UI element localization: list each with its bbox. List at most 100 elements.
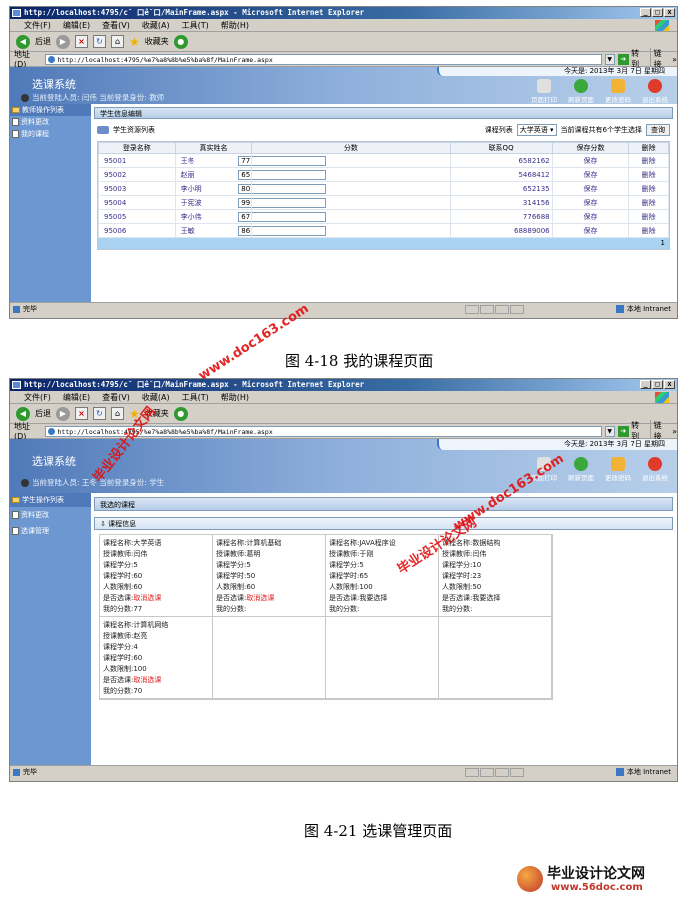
change-password-button[interactable]: 更改密码 (600, 457, 636, 482)
close-button[interactable]: x (664, 8, 675, 17)
cell-qq: 314156 (449, 195, 553, 210)
score-input[interactable]: 99 (238, 197, 327, 208)
cell-qq: 776688 (449, 209, 553, 224)
save-score-link[interactable]: 保存 (551, 153, 630, 168)
exit-system-button[interactable]: 退出系统 (637, 457, 673, 482)
menu-favorites[interactable]: 收藏(A) (142, 391, 170, 403)
menu-file[interactable]: 文件(F) (24, 391, 51, 403)
address-bar: 地址(D) http://localhost:4795/%e7%a8%8b%e5… (10, 48, 677, 70)
menu-edit[interactable]: 编辑(E) (63, 19, 90, 31)
back-arrow-icon[interactable]: ◀ (16, 34, 30, 49)
print-page-button[interactable]: 页面打印 (526, 79, 562, 104)
delete-link[interactable]: 删除 (628, 223, 669, 238)
close-button[interactable]: x (664, 380, 675, 389)
back-arrow-icon[interactable]: ◀ (16, 406, 30, 421)
minimize-button[interactable]: _ (640, 380, 651, 389)
pager[interactable]: 1 (98, 238, 669, 249)
delete-link[interactable]: 删除 (628, 209, 669, 224)
home-icon[interactable]: ⌂ (111, 407, 124, 420)
menu-help[interactable]: 帮助(H) (221, 391, 249, 403)
menu-view[interactable]: 查看(V) (102, 391, 130, 403)
links-more-icon[interactable]: » (672, 427, 677, 436)
address-label: 地址(D) (14, 50, 30, 69)
delete-link[interactable]: 删除 (628, 181, 669, 196)
save-score-link[interactable]: 保存 (551, 223, 630, 238)
score-input[interactable]: 80 (238, 183, 327, 194)
minimize-button[interactable]: _ (640, 8, 651, 17)
course-choose: 是否选课:取消选课 (103, 594, 162, 602)
save-score-link[interactable]: 保存 (551, 181, 630, 196)
cancel-selection-link[interactable]: 取消选课 (246, 594, 274, 602)
refresh-page-button[interactable]: 刷新页面 (563, 79, 599, 104)
course-hours: 课程学时:65 (329, 572, 369, 580)
student-table: 登录名称 真实姓名 分数 联系QQ 保存分数 删除 95001 王冬 77 65821… (98, 142, 669, 238)
save-score-link[interactable]: 保存 (551, 167, 630, 182)
menu-help[interactable]: 帮助(H) (221, 19, 249, 31)
media-icon[interactable]: ● (173, 406, 188, 421)
nav-item-profile[interactable]: 资料更改 (10, 116, 91, 128)
nav-item-my-courses[interactable]: 我的课程 (10, 128, 91, 140)
course-limit: 人数限制:100 (329, 583, 373, 591)
score-input[interactable]: 77 (238, 155, 327, 166)
score-input[interactable]: 67 (238, 211, 327, 222)
menu-favorites[interactable]: 收藏(A) (142, 19, 170, 31)
save-score-link[interactable]: 保存 (551, 209, 630, 224)
maximize-button[interactable]: □ (652, 380, 663, 389)
delete-link[interactable]: 删除 (628, 195, 669, 210)
nav-head[interactable]: 教师操作列表 (10, 104, 91, 116)
cell-score: 80 (238, 181, 451, 196)
delete-link[interactable]: 删除 (628, 153, 669, 168)
save-score-link[interactable]: 保存 (551, 195, 630, 210)
query-button[interactable]: 查询 (646, 123, 670, 136)
stop-icon[interactable]: × (75, 35, 88, 48)
address-dropdown[interactable]: ▼ (604, 53, 615, 65)
nav-item-course-manage[interactable]: 选课管理 (10, 523, 91, 539)
status-bar: 完毕 本地 Intranet (10, 765, 677, 778)
menu-file[interactable]: 文件(F) (24, 19, 51, 31)
nav-item-profile[interactable]: 资料更改 (10, 507, 91, 523)
exit-system-button[interactable]: 退出系统 (637, 79, 673, 104)
go-arrow-icon[interactable]: ➜ (617, 53, 630, 65)
maximize-button[interactable]: □ (652, 8, 663, 17)
course-limit: 人数限制:60 (103, 583, 143, 591)
refresh-icon[interactable]: ↻ (93, 35, 106, 48)
back-button[interactable]: 后退 (35, 408, 51, 419)
media-icon[interactable]: ● (173, 34, 188, 49)
course-choose: 是否选课:取消选课 (103, 676, 162, 684)
menu-tools[interactable]: 工具(T) (182, 19, 209, 31)
course-select[interactable]: 大学英语 ▾ (516, 123, 557, 136)
course-name: 课程名称:大学英语 (103, 539, 162, 547)
table-row: 95004 于宪波 99 314156 保存 删除 (98, 195, 669, 210)
refresh-page-button[interactable]: 刷新页面 (563, 457, 599, 482)
course-choose: 是否选课:我要选择 (329, 594, 388, 602)
address-input[interactable]: http://localhost:4795/%e7%a8%8b%e5%ba%8f… (44, 53, 602, 65)
cancel-selection-link[interactable]: 取消选课 (133, 594, 161, 602)
delete-link[interactable]: 删除 (628, 167, 669, 182)
home-icon[interactable]: ⌂ (111, 35, 124, 48)
favorites-star-icon[interactable]: ★ (129, 35, 140, 49)
title-bar: http://localhost:4795/c˘ 口ê˘口/MainFrame.… (10, 7, 677, 19)
score-input[interactable]: 86 (238, 225, 327, 236)
menu-tools[interactable]: 工具(T) (182, 391, 209, 403)
forward-arrow-icon[interactable]: ▶ (56, 406, 70, 421)
select-course-link[interactable]: 我要选择 (472, 594, 500, 602)
nav-head[interactable]: 学生操作列表 (10, 493, 91, 507)
back-button[interactable]: 后退 (35, 36, 51, 47)
stop-icon[interactable]: × (75, 407, 88, 420)
cancel-selection-link[interactable]: 取消选课 (133, 676, 161, 684)
cell-score: 86 (238, 223, 451, 238)
ie-icon (12, 381, 21, 389)
forward-arrow-icon[interactable]: ▶ (56, 34, 70, 49)
favorites-button[interactable]: 收藏夹 (145, 36, 169, 47)
go-arrow-icon[interactable]: ➜ (617, 425, 630, 437)
address-dropdown[interactable]: ▼ (604, 425, 615, 437)
menu-view[interactable]: 查看(V) (102, 19, 130, 31)
change-password-button[interactable]: 更改密码 (600, 79, 636, 104)
select-course-link[interactable]: 我要选择 (359, 594, 387, 602)
printer-icon (537, 79, 551, 93)
links-more-icon[interactable]: » (672, 55, 677, 64)
score-input[interactable]: 65 (238, 169, 327, 180)
refresh-icon[interactable]: ↻ (93, 407, 106, 420)
menu-edit[interactable]: 编辑(E) (63, 391, 90, 403)
student-count: 当前课程共有6个学生选择 (560, 125, 642, 134)
